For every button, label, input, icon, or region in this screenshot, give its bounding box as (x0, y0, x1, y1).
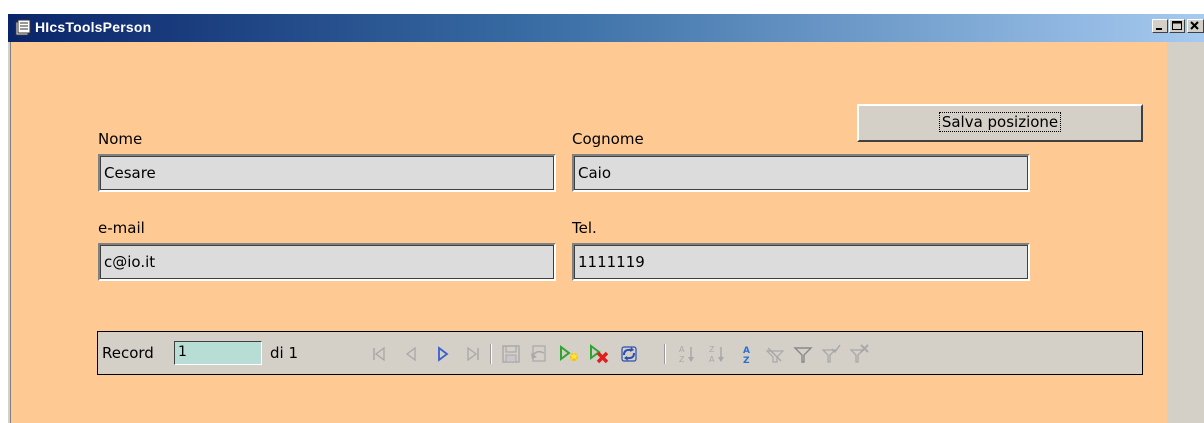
svg-text:A: A (679, 345, 685, 354)
window-title: HIcsToolsPerson (35, 19, 152, 35)
first-record-icon[interactable] (368, 343, 390, 365)
cognome-field[interactable]: Caio (572, 154, 1030, 192)
cognome-label: Cognome (572, 130, 644, 148)
svg-text:Z: Z (679, 355, 685, 364)
form-area: Salva posizione Nome Cesare Cognome Caio… (10, 42, 1167, 423)
record-navigator: Record 1 di 1 A Z Z A A Z (97, 331, 1143, 375)
record-label: Record (102, 344, 154, 362)
right-strip (1168, 42, 1204, 423)
delete-record-icon[interactable] (588, 343, 610, 365)
app-icon (15, 19, 31, 36)
sort-descending-icon[interactable]: Z A (706, 343, 728, 365)
tel-label: Tel. (572, 219, 597, 237)
apply-filter-icon[interactable] (820, 343, 842, 365)
filter-icon[interactable] (792, 343, 814, 365)
filter-by-form-icon[interactable] (764, 343, 786, 365)
minimize-button[interactable] (1152, 19, 1168, 33)
sort-ascending-icon[interactable]: A Z (676, 343, 698, 365)
remove-filter-icon[interactable] (848, 343, 870, 365)
refresh-icon[interactable] (618, 343, 640, 365)
maximize-button[interactable] (1169, 19, 1185, 33)
record-number-input[interactable]: 1 (174, 341, 262, 365)
maximize-icon (1172, 21, 1182, 30)
close-icon (1190, 21, 1199, 30)
app-window: HIcsToolsPerson Salva posizione Nome Ces… (8, 14, 1204, 423)
email-field[interactable]: c@io.it (98, 243, 556, 281)
svg-text:A: A (709, 355, 715, 364)
record-count-label: di 1 (270, 344, 299, 362)
save-record-icon[interactable] (500, 343, 522, 365)
svg-text:A: A (743, 346, 750, 356)
last-record-icon[interactable] (462, 343, 484, 365)
nome-field[interactable]: Cesare (98, 154, 556, 192)
save-position-button[interactable]: Salva posizione (857, 104, 1143, 142)
toolbar-separator (664, 344, 666, 364)
save-position-label: Salva posizione (938, 112, 1062, 132)
sort-az-icon[interactable]: A Z (736, 343, 758, 365)
new-record-icon[interactable] (558, 343, 580, 365)
close-button[interactable] (1187, 19, 1204, 33)
undo-record-icon[interactable] (528, 343, 550, 365)
minimize-icon (1156, 28, 1162, 30)
previous-record-icon[interactable] (400, 343, 422, 365)
email-label: e-mail (98, 219, 145, 237)
title-bar[interactable]: HIcsToolsPerson (8, 14, 1204, 42)
svg-text:Z: Z (743, 356, 750, 365)
nome-label: Nome (98, 130, 143, 148)
tel-field[interactable]: 1111119 (572, 243, 1030, 281)
svg-text:Z: Z (709, 345, 715, 354)
next-record-icon[interactable] (432, 343, 454, 365)
toolbar-separator (490, 344, 492, 364)
